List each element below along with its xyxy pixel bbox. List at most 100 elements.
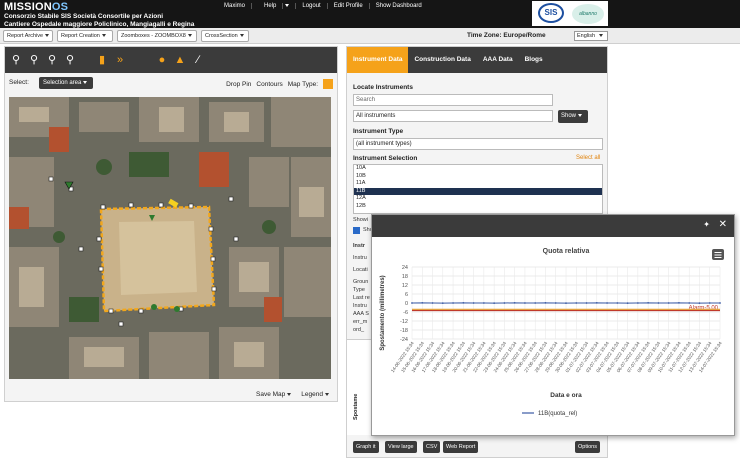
show-checkbox[interactable] bbox=[353, 227, 360, 234]
albanno-logo: albanno bbox=[572, 4, 604, 24]
list-item[interactable]: 10B bbox=[354, 173, 602, 181]
data-point bbox=[493, 302, 496, 305]
bulb-icon[interactable]: ▲ bbox=[173, 53, 187, 67]
info-instrument: Instru bbox=[353, 255, 367, 261]
site-name: Cantiere Ospedale maggiore Policlinico, … bbox=[4, 20, 195, 28]
info-type: Type bbox=[353, 287, 365, 293]
nav-help[interactable]: Help bbox=[252, 3, 297, 9]
data-point bbox=[431, 302, 434, 304]
data-point bbox=[657, 302, 660, 304]
data-point bbox=[544, 301, 547, 304]
y-tick-label: 24 bbox=[402, 265, 408, 271]
nav-show-dashboard[interactable]: Show Dashboard bbox=[370, 3, 428, 9]
data-point bbox=[554, 302, 557, 304]
y-tick-label: 0 bbox=[405, 301, 408, 307]
csv-button[interactable]: CSV bbox=[423, 441, 441, 453]
tab-blogs[interactable]: Blogs bbox=[519, 47, 549, 73]
contours-link[interactable]: Contours bbox=[256, 81, 282, 88]
info-err: err_m bbox=[353, 319, 368, 325]
data-point bbox=[708, 302, 711, 304]
info-aaa: AAA S bbox=[353, 311, 369, 317]
pin-icon[interactable]: ✦ bbox=[703, 220, 710, 229]
list-item-selected[interactable]: 11B bbox=[354, 187, 602, 195]
map-links: Drop Pin Contours Map Type: bbox=[226, 79, 333, 89]
data-point bbox=[606, 302, 608, 304]
save-map-link[interactable]: Save Map bbox=[256, 391, 292, 398]
data-point bbox=[421, 301, 424, 304]
select-all-link[interactable]: Select all bbox=[576, 155, 600, 161]
map-type-icon[interactable] bbox=[323, 79, 333, 89]
list-item[interactable]: 10A bbox=[354, 165, 602, 173]
graph-it-button[interactable]: Graph it bbox=[353, 441, 379, 453]
y-tick-label: -24 bbox=[400, 337, 408, 343]
report-archive-button[interactable]: Report Archive bbox=[3, 30, 53, 42]
layers-icon[interactable]: ▮ bbox=[95, 53, 109, 67]
web-report-button[interactable]: Web Report bbox=[443, 441, 479, 453]
data-point bbox=[524, 302, 526, 304]
list-item[interactable]: 11A bbox=[354, 180, 602, 188]
nav-user[interactable]: Maximo bbox=[218, 3, 253, 9]
report-creation-button[interactable]: Report Creation bbox=[57, 30, 113, 42]
brand: MISSIONOS Consorzio Stabile SIS Società … bbox=[4, 1, 194, 28]
map-footer: Save Map Legend bbox=[256, 391, 329, 398]
data-point bbox=[626, 302, 629, 305]
pin-marker-icon[interactable]: ● bbox=[155, 53, 169, 67]
instrument-type-select[interactable]: (all instrument types) bbox=[353, 138, 603, 150]
instrument-list[interactable]: 10A 10B 11A 11B 12A 12B bbox=[353, 164, 603, 214]
aerial-map-image bbox=[9, 97, 331, 379]
zoom-area-icon[interactable]: ⚲ bbox=[45, 53, 59, 67]
search-input[interactable]: Search bbox=[353, 94, 553, 106]
data-point bbox=[441, 302, 444, 305]
legend-entry: 11B(quota_rel) bbox=[538, 411, 577, 417]
tab-construction-data[interactable]: Construction Data bbox=[408, 47, 476, 73]
top-nav: Maximo Help Logout Edit Profile Show Das… bbox=[218, 3, 428, 9]
drop-pin-link[interactable]: Drop Pin bbox=[226, 81, 251, 88]
filter-select[interactable]: All instruments bbox=[353, 110, 553, 122]
app-logo[interactable]: MISSIONOS bbox=[4, 1, 194, 13]
instrument-type-title: Instrument Type bbox=[353, 128, 404, 135]
y-tick-label: -18 bbox=[400, 328, 408, 334]
data-point bbox=[585, 302, 588, 304]
instrument-selection-title: Instrument Selection bbox=[353, 155, 418, 162]
data-point bbox=[411, 302, 413, 304]
view-large-button[interactable]: View large bbox=[385, 441, 417, 453]
chart-popup[interactable]: ✦ ✕ Quota relativa 24 18 12 6 0 -6 -12 -18 -24 14-… bbox=[371, 214, 735, 436]
ruler-icon[interactable]: ∕ bbox=[191, 53, 205, 67]
zoom-reset-icon[interactable]: ⚲ bbox=[63, 53, 77, 67]
toolbar: Report Archive Report Creation Zoomboxes… bbox=[0, 28, 740, 44]
nav-edit-profile[interactable]: Edit Profile bbox=[328, 3, 370, 9]
legend-link[interactable]: Legend bbox=[301, 391, 329, 398]
data-point bbox=[678, 301, 680, 304]
data-point bbox=[534, 302, 537, 304]
y-tick-label: -6 bbox=[403, 310, 408, 316]
data-point bbox=[472, 302, 475, 304]
info-instrument-2: Instru bbox=[353, 303, 367, 309]
language-select[interactable]: English bbox=[574, 31, 608, 41]
info-last-reading: Last re bbox=[353, 295, 370, 301]
data-point bbox=[482, 302, 485, 304]
tab-aaa-data[interactable]: AAA Data bbox=[477, 47, 519, 73]
data-point bbox=[452, 302, 454, 304]
nav-logout[interactable]: Logout bbox=[296, 3, 328, 9]
tab-instrument-data[interactable]: Instrument Data bbox=[347, 47, 409, 73]
show-button[interactable]: Show bbox=[558, 110, 588, 123]
data-point bbox=[667, 302, 670, 304]
list-item[interactable]: 12B bbox=[354, 203, 602, 211]
cross-section-button[interactable]: CrossSection bbox=[201, 30, 249, 42]
selection-dropdown[interactable]: Selection area bbox=[39, 77, 93, 89]
zoom-in-icon[interactable]: ⚲ bbox=[9, 53, 23, 67]
y-tick-label: 12 bbox=[402, 283, 408, 289]
list-item[interactable]: 12A bbox=[354, 195, 602, 203]
sis-logo: SIS bbox=[538, 3, 564, 23]
fast-forward-icon[interactable]: » bbox=[113, 53, 127, 67]
popup-titlebar[interactable]: ✦ ✕ bbox=[372, 215, 734, 237]
close-icon[interactable]: ✕ bbox=[719, 219, 727, 230]
zoomboxes-button[interactable]: Zoomboxes - ZOOMBOX8 bbox=[117, 30, 197, 42]
map-panel: ⚲ ⚲ ⚲ ⚲ ▮ » ● ▲ ∕ Select: Selection area… bbox=[4, 46, 338, 402]
data-point bbox=[513, 301, 516, 304]
options-button[interactable]: Options bbox=[575, 441, 600, 453]
chart-title: Quota relativa bbox=[543, 248, 590, 255]
zoom-out-icon[interactable]: ⚲ bbox=[27, 53, 41, 67]
chart: Quota relativa24181260-6-12-18-2414-06-2… bbox=[380, 248, 724, 417]
aerial-map[interactable] bbox=[9, 97, 331, 379]
